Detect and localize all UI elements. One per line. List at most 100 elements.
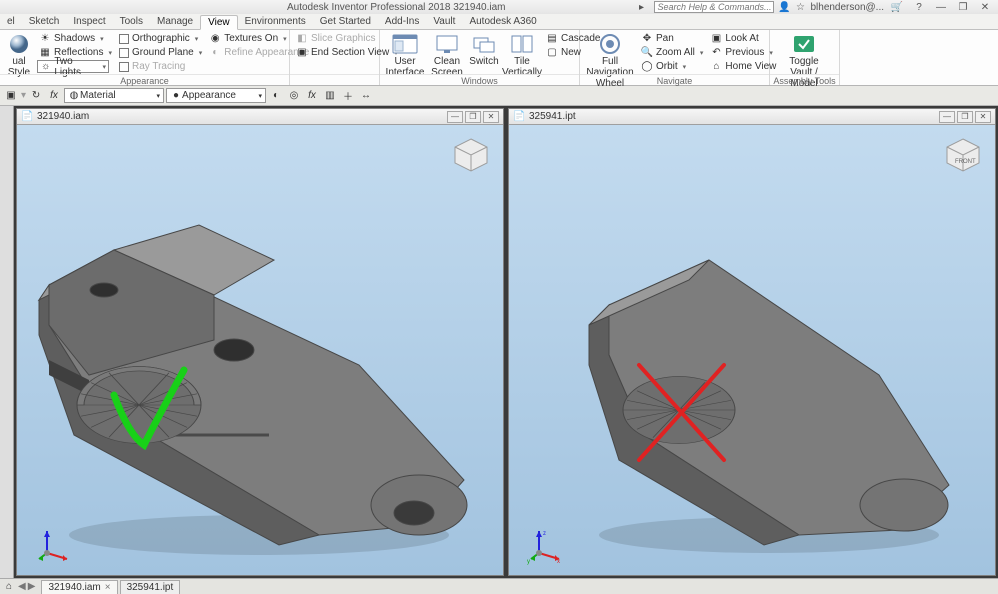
slice-icon: ◧ [296, 33, 308, 45]
window-restore-icon[interactable]: ❐ [954, 1, 972, 13]
tab-el[interactable]: el [0, 14, 22, 29]
document-tabs: ⌂ ◀ ▶ 321940.iam× 325941.ipt [0, 578, 998, 594]
user-label[interactable]: blhenderson@... [810, 2, 884, 13]
tab-home-icon[interactable]: ⌂ [6, 581, 12, 592]
home-icon: ⌂ [710, 61, 722, 73]
child-min-left[interactable]: — [447, 111, 463, 123]
ray-check-icon [119, 62, 129, 72]
favorite-star-icon[interactable]: ☆ [794, 1, 806, 13]
child-min-right[interactable]: — [939, 111, 955, 123]
nav-wheel-icon [596, 33, 624, 55]
qat-measure-icon[interactable]: ↔ [358, 88, 374, 104]
panel-section: ◧Slice Graphics ▣End Section View [290, 30, 380, 85]
orbit-button[interactable]: ◯Orbit [639, 60, 705, 73]
search-help-input[interactable] [654, 1, 774, 13]
child-max-right[interactable]: ❐ [957, 111, 973, 123]
qat-clear-icon[interactable]: ◎ [286, 88, 302, 104]
child-title-text-right: 325941.ipt [529, 111, 576, 122]
cart-icon[interactable]: 🛒 [888, 1, 906, 13]
part-left [19, 135, 489, 565]
tab-environments[interactable]: Environments [238, 14, 313, 29]
prev-icon: ↶ [710, 47, 722, 59]
shadows-button[interactable]: ☀Shadows [37, 32, 114, 45]
material-icon: ◍ [68, 90, 80, 102]
orthographic-button[interactable]: Orthographic [117, 32, 204, 45]
child-title-left: 📄 321940.iam — ❐ ✕ [17, 109, 503, 125]
section-icon: ▣ [296, 47, 308, 59]
child-close-right[interactable]: ✕ [975, 111, 991, 123]
title-bar: Autodesk Inventor Professional 2018 3219… [0, 0, 998, 14]
tab-tools[interactable]: Tools [113, 14, 150, 29]
panel-title-navigate: Navigate [580, 74, 769, 85]
workspace: 📄 321940.iam — ❐ ✕ [0, 106, 998, 578]
qat-fx2-icon[interactable]: fx [304, 88, 320, 104]
viewcube-right[interactable]: FRONT [941, 133, 985, 177]
child-max-left[interactable]: ❐ [465, 111, 481, 123]
panel-windows: User Interface Clean Screen Switch Tile … [380, 30, 580, 85]
light-icon: ☼ [40, 61, 51, 73]
tile-vertically-button[interactable]: Tile Vertically [503, 32, 541, 79]
tab-sketch[interactable]: Sketch [22, 14, 67, 29]
file-tab-1[interactable]: 325941.ipt [120, 580, 181, 594]
ribbon: ual Style ☀Shadows ▦Reflections ☼Two Lig… [0, 30, 998, 86]
close-icon[interactable]: × [105, 582, 111, 593]
triad-right: z x y [527, 525, 567, 565]
tab-inspect[interactable]: Inspect [66, 14, 112, 29]
tile-icon [508, 33, 536, 55]
tab-get-started[interactable]: Get Started [313, 14, 378, 29]
panel-appearance: ual Style ☀Shadows ▦Reflections ☼Two Lig… [0, 30, 290, 85]
new-window-icon: ▢ [546, 47, 558, 59]
shadows-icon: ☀ [39, 33, 51, 45]
sign-in-icon[interactable]: 👤 [778, 1, 790, 13]
ui-icon [391, 33, 419, 55]
tab-view[interactable]: View [200, 15, 238, 30]
user-interface-button[interactable]: User Interface [384, 32, 426, 79]
reflections-icon: ▦ [39, 47, 51, 59]
pan-button[interactable]: ✥Pan [639, 32, 705, 45]
zoom-icon: 🔍 [641, 47, 653, 59]
expand-icon[interactable]: ▸ [632, 1, 650, 13]
clean-screen-icon [433, 33, 461, 55]
pan-icon: ✥ [641, 33, 653, 45]
ground-plane-button[interactable]: Ground Plane [117, 46, 204, 59]
child-window-right: 📄 325941.ipt — ❐ ✕ FRONT [508, 108, 996, 576]
panel-navigate: Full Navigation Wheel ✥Pan 🔍Zoom All ◯Or… [580, 30, 770, 85]
qat-sep: ▾ [21, 90, 26, 101]
light-style-select[interactable]: ☼Two Lights▾ [37, 60, 109, 73]
window-close-icon[interactable]: ✕ [976, 1, 994, 13]
svg-text:FRONT: FRONT [955, 159, 976, 165]
viewport-right[interactable]: FRONT [509, 125, 995, 575]
help-icon[interactable]: ? [910, 1, 928, 13]
file-tab-0[interactable]: 321940.iam× [41, 580, 117, 594]
tab-manage[interactable]: Manage [150, 14, 200, 29]
ray-tracing-button: Ray Tracing [117, 60, 204, 73]
switch-button[interactable]: Switch [468, 32, 500, 68]
ground-check-icon [119, 48, 129, 58]
tab-next-icon[interactable]: ▶ [28, 581, 36, 592]
look-at-button[interactable]: ▣Look At [708, 32, 778, 45]
previous-view-button[interactable]: ↶Previous [708, 46, 778, 59]
refine-icon: ◐ [209, 47, 221, 59]
panel-title-windows: Windows [380, 74, 579, 85]
child-title-right: 📄 325941.ipt — ❐ ✕ [509, 109, 995, 125]
svg-text:z: z [543, 531, 546, 537]
home-view-button[interactable]: ⌂Home View [708, 60, 778, 73]
child-close-left[interactable]: ✕ [483, 111, 499, 123]
textures-icon: ◉ [209, 33, 221, 45]
tab-add-ins[interactable]: Add-Ins [378, 14, 426, 29]
qat-plus-icon[interactable]: ＋ [340, 88, 356, 104]
svg-text:y: y [527, 559, 530, 565]
panel-title-appearance: Appearance [0, 74, 289, 85]
viewport-left[interactable] [17, 125, 503, 575]
switch-icon [470, 33, 498, 55]
tab-a360[interactable]: Autodesk A360 [462, 14, 543, 29]
zoom-all-button[interactable]: 🔍Zoom All [639, 46, 705, 59]
tab-prev-icon[interactable]: ◀ [18, 581, 26, 592]
window-minimize-icon[interactable]: — [932, 1, 950, 13]
browser-gutter[interactable] [0, 106, 14, 578]
clean-screen-button[interactable]: Clean Screen [429, 32, 465, 79]
visual-style-button[interactable]: ual Style [4, 32, 34, 79]
child-window-left: 📄 321940.iam — ❐ ✕ [16, 108, 504, 576]
qat-mirror-icon[interactable]: ▥ [322, 88, 338, 104]
tab-vault[interactable]: Vault [426, 14, 462, 29]
